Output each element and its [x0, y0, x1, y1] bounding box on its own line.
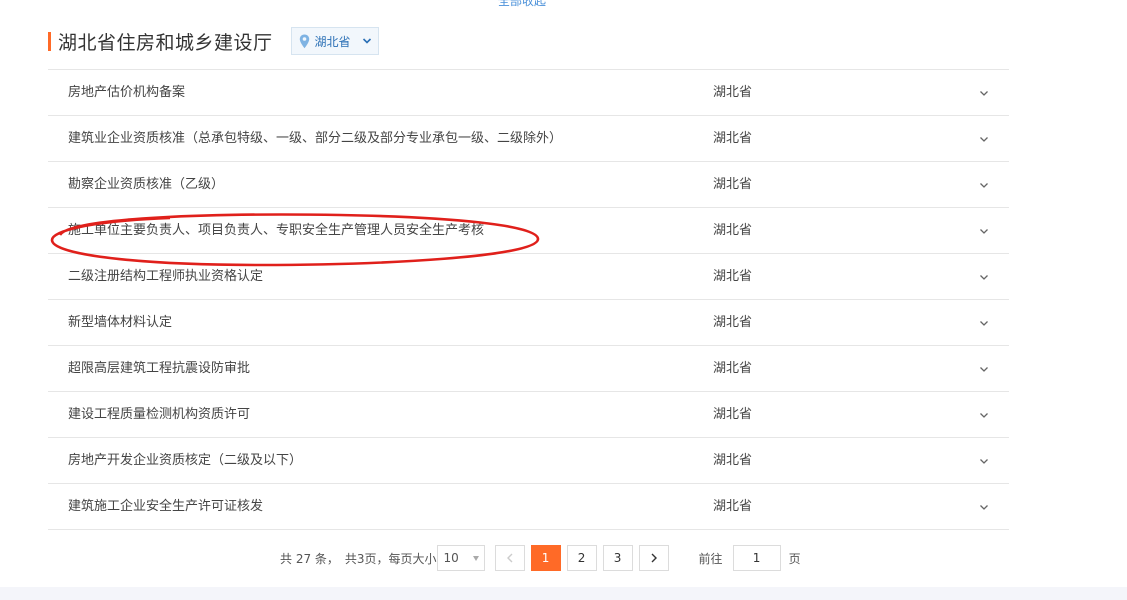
chevron-right-icon — [651, 553, 657, 563]
item-region: 湖北省 — [713, 361, 753, 376]
item-name: 新型墙体材料认定 — [68, 315, 173, 330]
page-summary: 共3页，每页大小 — [344, 551, 437, 566]
item-name: 二级注册结构工程师执业资格认定 — [68, 269, 264, 284]
page-button-3[interactable]: 3 — [602, 545, 633, 571]
item-region: 湖北省 — [713, 315, 753, 330]
item-region: 湖北省 — [713, 131, 753, 146]
next-page-button[interactable] — [638, 545, 669, 571]
item-region: 湖北省 — [713, 85, 753, 100]
section-header: 湖北省住房和城乡建设厅 湖北省 — [48, 26, 379, 56]
item-region: 湖北省 — [713, 499, 753, 514]
item-name: 建设工程质量检测机构资质许可 — [68, 407, 251, 422]
list-item[interactable]: 新型墙体材料认定 湖北省 — [48, 300, 1009, 346]
chevron-left-icon — [506, 553, 513, 563]
item-region: 湖北省 — [713, 223, 753, 238]
item-region: 湖北省 — [713, 269, 753, 284]
item-region: 湖北省 — [713, 177, 753, 192]
item-name: 建筑业企业资质核准（总承包特级、一级、部分二级及部分专业承包一级、二级除外） — [68, 131, 563, 146]
chevron-down-icon[interactable] — [979, 366, 989, 373]
goto-unit: 页 — [788, 551, 801, 566]
item-name: 施工单位主要负责人、项目负责人、专职安全生产管理人员安全生产考核 — [68, 223, 485, 238]
chevron-down-icon[interactable] — [979, 90, 989, 97]
caret-down-icon — [472, 556, 479, 561]
goto-label: 前往 — [698, 551, 723, 566]
page-size-value: 10 — [443, 551, 459, 565]
total-count: 共 27 条， — [280, 551, 339, 566]
item-name: 房地产开发企业资质核定（二级及以下） — [68, 453, 303, 468]
footer-band — [0, 587, 1127, 600]
chevron-down-icon[interactable] — [979, 504, 989, 511]
list-item[interactable]: 施工单位主要负责人、项目负责人、专职安全生产管理人员安全生产考核 湖北省 — [48, 208, 1009, 254]
title-accent-bar — [48, 31, 51, 51]
list-item[interactable]: 建筑业企业资质核准（总承包特级、一级、部分二级及部分专业承包一级、二级除外） 湖… — [48, 116, 1009, 162]
page-button-2[interactable]: 2 — [566, 545, 597, 571]
item-name: 超限高层建筑工程抗震设防审批 — [68, 361, 251, 376]
chevron-down-icon — [362, 38, 371, 44]
chevron-down-icon[interactable] — [979, 412, 989, 419]
list-item[interactable]: 二级注册结构工程师执业资格认定 湖北省 — [48, 254, 1009, 300]
list-item[interactable]: 房地产开发企业资质核定（二级及以下） 湖北省 — [48, 438, 1009, 484]
collapse-all-link[interactable]: 全部收起 — [498, 0, 546, 9]
chevron-down-icon[interactable] — [979, 320, 989, 327]
goto-page-input[interactable] — [732, 545, 781, 571]
list-item[interactable]: 房地产估价机构备案 湖北省 — [48, 70, 1009, 116]
chevron-down-icon[interactable] — [979, 458, 989, 465]
prev-page-button[interactable] — [494, 545, 525, 571]
chevron-down-icon[interactable] — [979, 274, 989, 281]
page-button-1[interactable]: 1 — [530, 545, 561, 571]
region-select-value: 湖北省 — [314, 34, 351, 49]
pagination: 共 27 条， 共3页，每页大小 10 1 2 3 前往 页 — [280, 545, 801, 571]
item-region: 湖北省 — [713, 407, 753, 422]
item-name: 勘察企业资质核准（乙级） — [68, 177, 225, 192]
item-name: 建筑施工企业安全生产许可证核发 — [68, 499, 264, 514]
list-item[interactable]: 建筑施工企业安全生产许可证核发 湖北省 — [48, 484, 1009, 530]
item-region: 湖北省 — [713, 453, 753, 468]
list-item[interactable]: 建设工程质量检测机构资质许可 湖北省 — [48, 392, 1009, 438]
service-list: 房地产估价机构备案 湖北省 建筑业企业资质核准（总承包特级、一级、部分二级及部分… — [48, 69, 1009, 530]
department-title: 湖北省住房和城乡建设厅 — [58, 31, 273, 54]
list-item[interactable]: 超限高层建筑工程抗震设防审批 湖北省 — [48, 346, 1009, 392]
chevron-down-icon[interactable] — [979, 182, 989, 189]
page-size-select[interactable]: 10 — [436, 545, 485, 571]
location-pin-icon — [299, 34, 309, 48]
list-item[interactable]: 勘察企业资质核准（乙级） 湖北省 — [48, 162, 1009, 208]
chevron-down-icon[interactable] — [979, 136, 989, 143]
chevron-down-icon[interactable] — [979, 228, 989, 235]
item-name: 房地产估价机构备案 — [68, 85, 186, 100]
region-select[interactable]: 湖北省 — [290, 27, 379, 55]
